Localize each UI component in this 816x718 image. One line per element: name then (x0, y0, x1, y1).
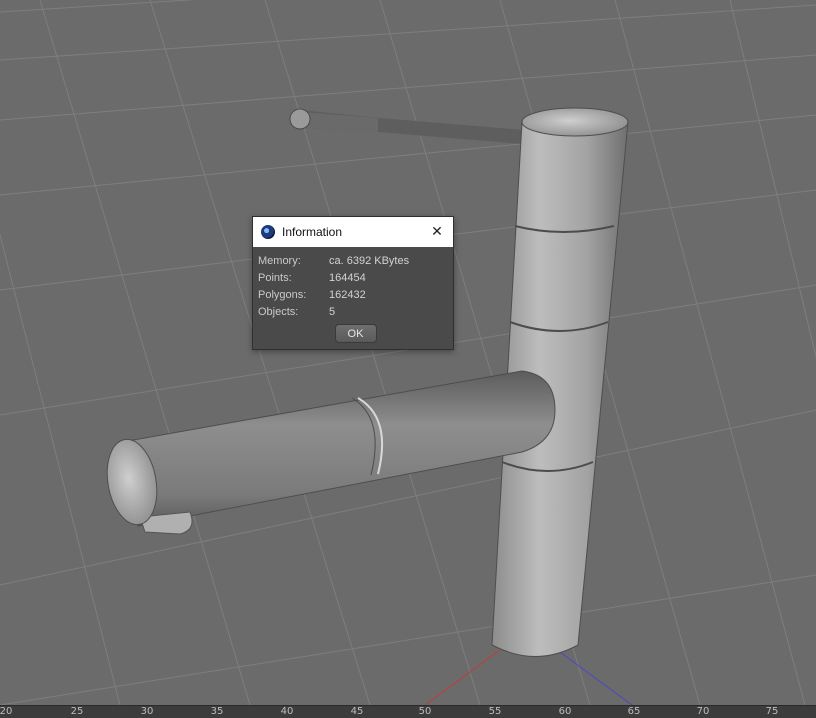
info-label: Memory: (258, 254, 301, 267)
timeline-tick: 55 (488, 706, 502, 717)
timeline-tick: 35 (210, 706, 224, 717)
timeline-tick: 75 (765, 706, 779, 717)
timeline-tick: 45 (350, 706, 364, 717)
cinema4d-app-icon (261, 225, 275, 239)
info-row-objects: Objects: 5 (258, 303, 453, 320)
close-icon[interactable]: ✕ (427, 222, 447, 242)
timeline-tick: 60 (558, 706, 572, 717)
info-row-polygons: Polygons: 162432 (258, 286, 453, 303)
dialog-body: Memory: ca. 6392 KBytes Points: 164454 P… (253, 247, 453, 343)
info-row-points: Points: 164454 (258, 269, 453, 286)
info-row-memory: Memory: ca. 6392 KBytes (258, 252, 453, 269)
timeline-tick: 65 (627, 706, 641, 717)
dialog-titlebar[interactable]: Information ✕ (253, 217, 453, 247)
timeline-tick: 40 (280, 706, 294, 717)
3d-viewport[interactable] (0, 0, 816, 705)
timeline-tick: 25 (70, 706, 84, 717)
info-label: Objects: (258, 305, 299, 318)
info-value: ca. 6392 KBytes (329, 254, 410, 267)
timeline-tick: 70 (696, 706, 710, 717)
timeline-tick: 50 (418, 706, 432, 717)
info-label: Polygons: (258, 288, 307, 301)
info-value: 162432 (329, 288, 366, 301)
information-dialog: Information ✕ Memory: ca. 6392 KBytes Po… (252, 216, 454, 350)
info-value: 164454 (329, 271, 366, 284)
floor-background (0, 0, 816, 705)
info-value: 5 (329, 305, 336, 318)
dialog-footer: OK (258, 324, 453, 343)
ok-button[interactable]: OK (334, 324, 377, 343)
timeline-tick: 20 (0, 706, 13, 717)
dialog-title: Information (282, 225, 343, 239)
info-label: Points: (258, 271, 292, 284)
viewport-scene (0, 0, 816, 705)
timeline-ruler[interactable]: 20 25 30 35 40 45 50 55 60 65 70 75 (0, 705, 816, 718)
timeline-tick: 30 (140, 706, 154, 717)
